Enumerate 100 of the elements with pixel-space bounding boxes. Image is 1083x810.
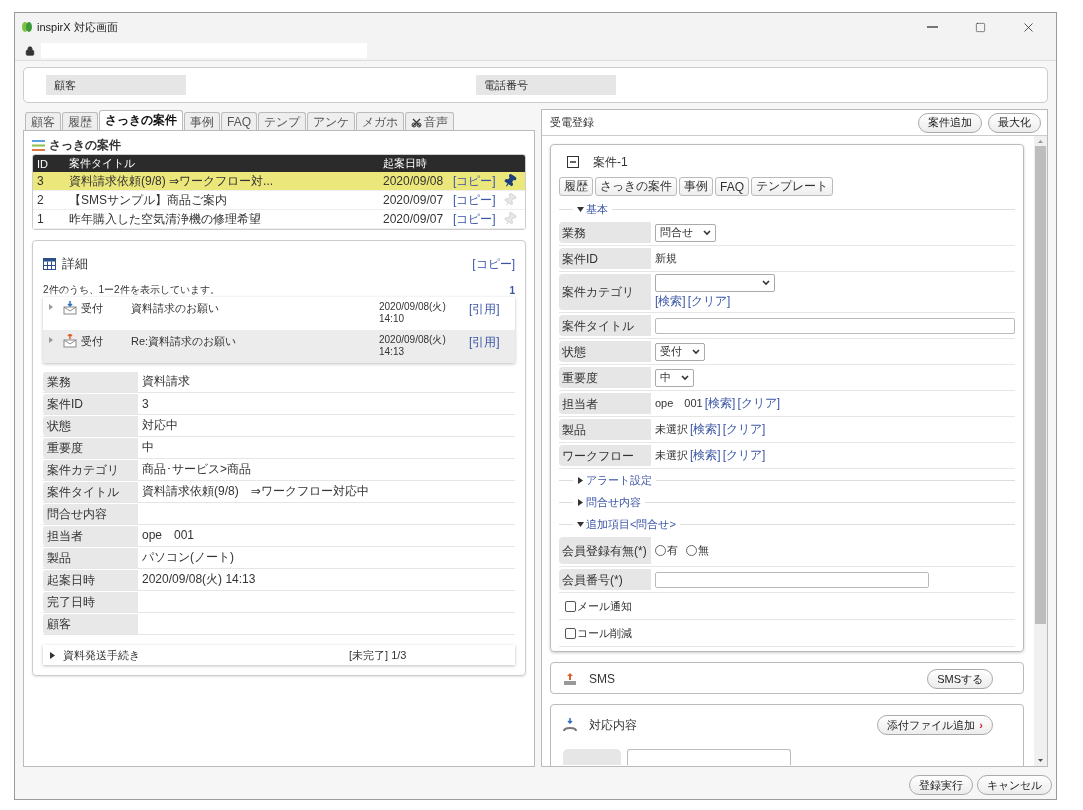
field-label: 担当者 [559,393,651,414]
field-value: 未選択 [655,448,688,463]
copy-link[interactable]: [コピー] [472,255,515,273]
field-label-background [563,749,621,765]
section-toggle[interactable]: アラート設定 [577,472,652,488]
field-value: 対応中 [141,417,179,434]
field-label: 業務 [559,222,651,243]
field-label: 製品 [43,547,138,568]
tab-button[interactable]: 履歴 [559,177,593,196]
pill-button[interactable]: 最大化 [988,112,1041,133]
radio-option[interactable]: 有 [655,543,678,558]
tab-button[interactable]: テンプレート [751,177,833,196]
link[interactable]: [クリア] [722,447,766,464]
text-field[interactable] [655,571,929,588]
table-cell-text: 1 [36,212,45,226]
pill-button[interactable]: 登録実行 [909,775,973,795]
field-label: 案件カテゴリ [43,459,138,480]
field-label: 顧客 [46,75,186,95]
text-field[interactable] [627,749,791,765]
quote-link[interactable]: [引用] [469,301,509,318]
field-value: 商品･サービス>商品 [141,461,252,478]
table-cell-text: 【SMSサンプル】商品ご案内 [68,191,228,209]
caret-right-icon [49,337,53,343]
link[interactable]: [検索] [655,293,686,310]
chevron-down-icon [703,229,711,236]
case-title: 案件-1 [593,153,628,171]
link[interactable]: [クリア] [737,395,781,412]
copy-link[interactable]: [コピー] [453,191,503,209]
field-label: 状態 [559,341,651,362]
history-date: 2020/09/08(火) 14:10 [379,301,447,325]
table-icon [43,258,56,270]
table-cell-text: 資料請求依頼(9/8) ⇒ワークフロー対... [68,172,275,190]
scrollbar[interactable] [1034,136,1047,766]
field-label: 案件タイトル [559,315,651,336]
attach-file-button[interactable]: 添付ファイル追加 › [877,715,993,735]
link[interactable]: [検索] [690,447,721,464]
upload-tray-icon [563,672,577,686]
dropdown[interactable]: 中 [655,368,694,387]
field-value: 3 [141,396,150,411]
collapse-icon[interactable] [567,156,579,168]
pill-button[interactable]: キャンセル [977,775,1052,795]
card-title: SMS [589,672,616,686]
page-number[interactable]: 1 [509,284,515,296]
link[interactable]: [クリア] [687,293,731,310]
column-header: 起案日時 [382,156,428,171]
chevron-down-icon [762,280,770,286]
copy-link[interactable]: [コピー] [453,172,503,190]
list-title: さっきの案件 [49,137,121,154]
field-label: 問合せ内容 [43,503,138,524]
link[interactable]: [クリア] [722,421,766,438]
history-row[interactable]: 受付 Re:資料請求のお願い 2020/09/08(火) 14:13 [引用] [43,330,515,363]
text-field[interactable] [655,317,1015,334]
window-title: inspirX 対応画面 [37,19,118,35]
quote-link[interactable]: [引用] [469,334,509,351]
field-value: ope 001 [141,527,196,544]
field-label: 顧客 [43,613,138,634]
history-type: 受付 [81,334,104,349]
field-label: 起案日時 [43,569,138,590]
table-row[interactable]: 1 昨年購入した空気清浄機の修理希望 2020/09/07 [コピー] [33,210,525,229]
history-row[interactable]: 受付 資料請求のお願い 2020/09/08(火) 14:10 [引用] [43,297,515,330]
checkbox-option[interactable]: メール通知 [559,593,1015,620]
field-value: 2020/09/08(火) 14:13 [141,571,257,588]
table-cell-text: 昨年購入した空気清浄機の修理希望 [68,210,262,228]
tab[interactable]: さっきの案件 [99,110,183,131]
dropdown[interactable]: 問合せ [655,223,716,242]
table-cell-text: 2020/09/07 [382,212,445,226]
link[interactable]: [検索] [704,395,736,412]
panel-title: 受電登録 [550,115,595,130]
tab-button[interactable]: 事例 [679,177,713,196]
table-row[interactable]: 3 資料請求依頼(9/8) ⇒ワークフロー対... 2020/09/08 [コピー] [33,172,525,191]
link[interactable]: [検索] [690,421,721,438]
pill-button[interactable]: 案件追加 [918,112,982,133]
chevron-down-icon [681,374,689,381]
tab-button[interactable]: FAQ [715,177,749,196]
mail-upload-icon [63,334,77,348]
tab-button[interactable]: さっきの案件 [595,177,677,196]
field-value: 資料請求 [141,373,191,390]
checkbox-option[interactable]: コール削減 [559,620,1015,647]
workflow-status: [未完了] 1/3 [349,647,408,663]
result-summary: 2件のうち、1ー2件を表示しています。 [43,283,220,297]
dropdown[interactable]: 受付 [655,342,705,361]
field-value: 資料請求依頼(9/8) ⇒ワークフロー対応中 [141,483,370,500]
field-label: 会員番号(*) [559,569,651,590]
lock-icon [25,45,35,56]
section-toggle[interactable]: 基本 [577,201,608,217]
column-header: ID [36,157,49,170]
maximize-icon [974,21,986,33]
field-label: 電話番号 [476,75,616,95]
crossed-link-icon [411,116,422,128]
workflow-row[interactable]: 資料発送手続き [未完了] 1/3 [43,645,515,665]
field-label: 案件カテゴリ [559,274,651,310]
dropdown[interactable] [655,274,775,292]
field-label: 重要度 [43,437,138,458]
section-toggle[interactable]: 追加項目<問合せ> [577,516,676,532]
copy-link[interactable]: [コピー] [453,210,503,228]
table-row[interactable]: 2 【SMSサンプル】商品ご案内 2020/09/07 [コピー] [33,191,525,210]
radio-option[interactable]: 無 [686,543,709,558]
sms-button[interactable]: SMSする [927,669,993,689]
field-value: ope 001 [655,396,703,411]
section-toggle[interactable]: 問合せ内容 [577,494,641,510]
